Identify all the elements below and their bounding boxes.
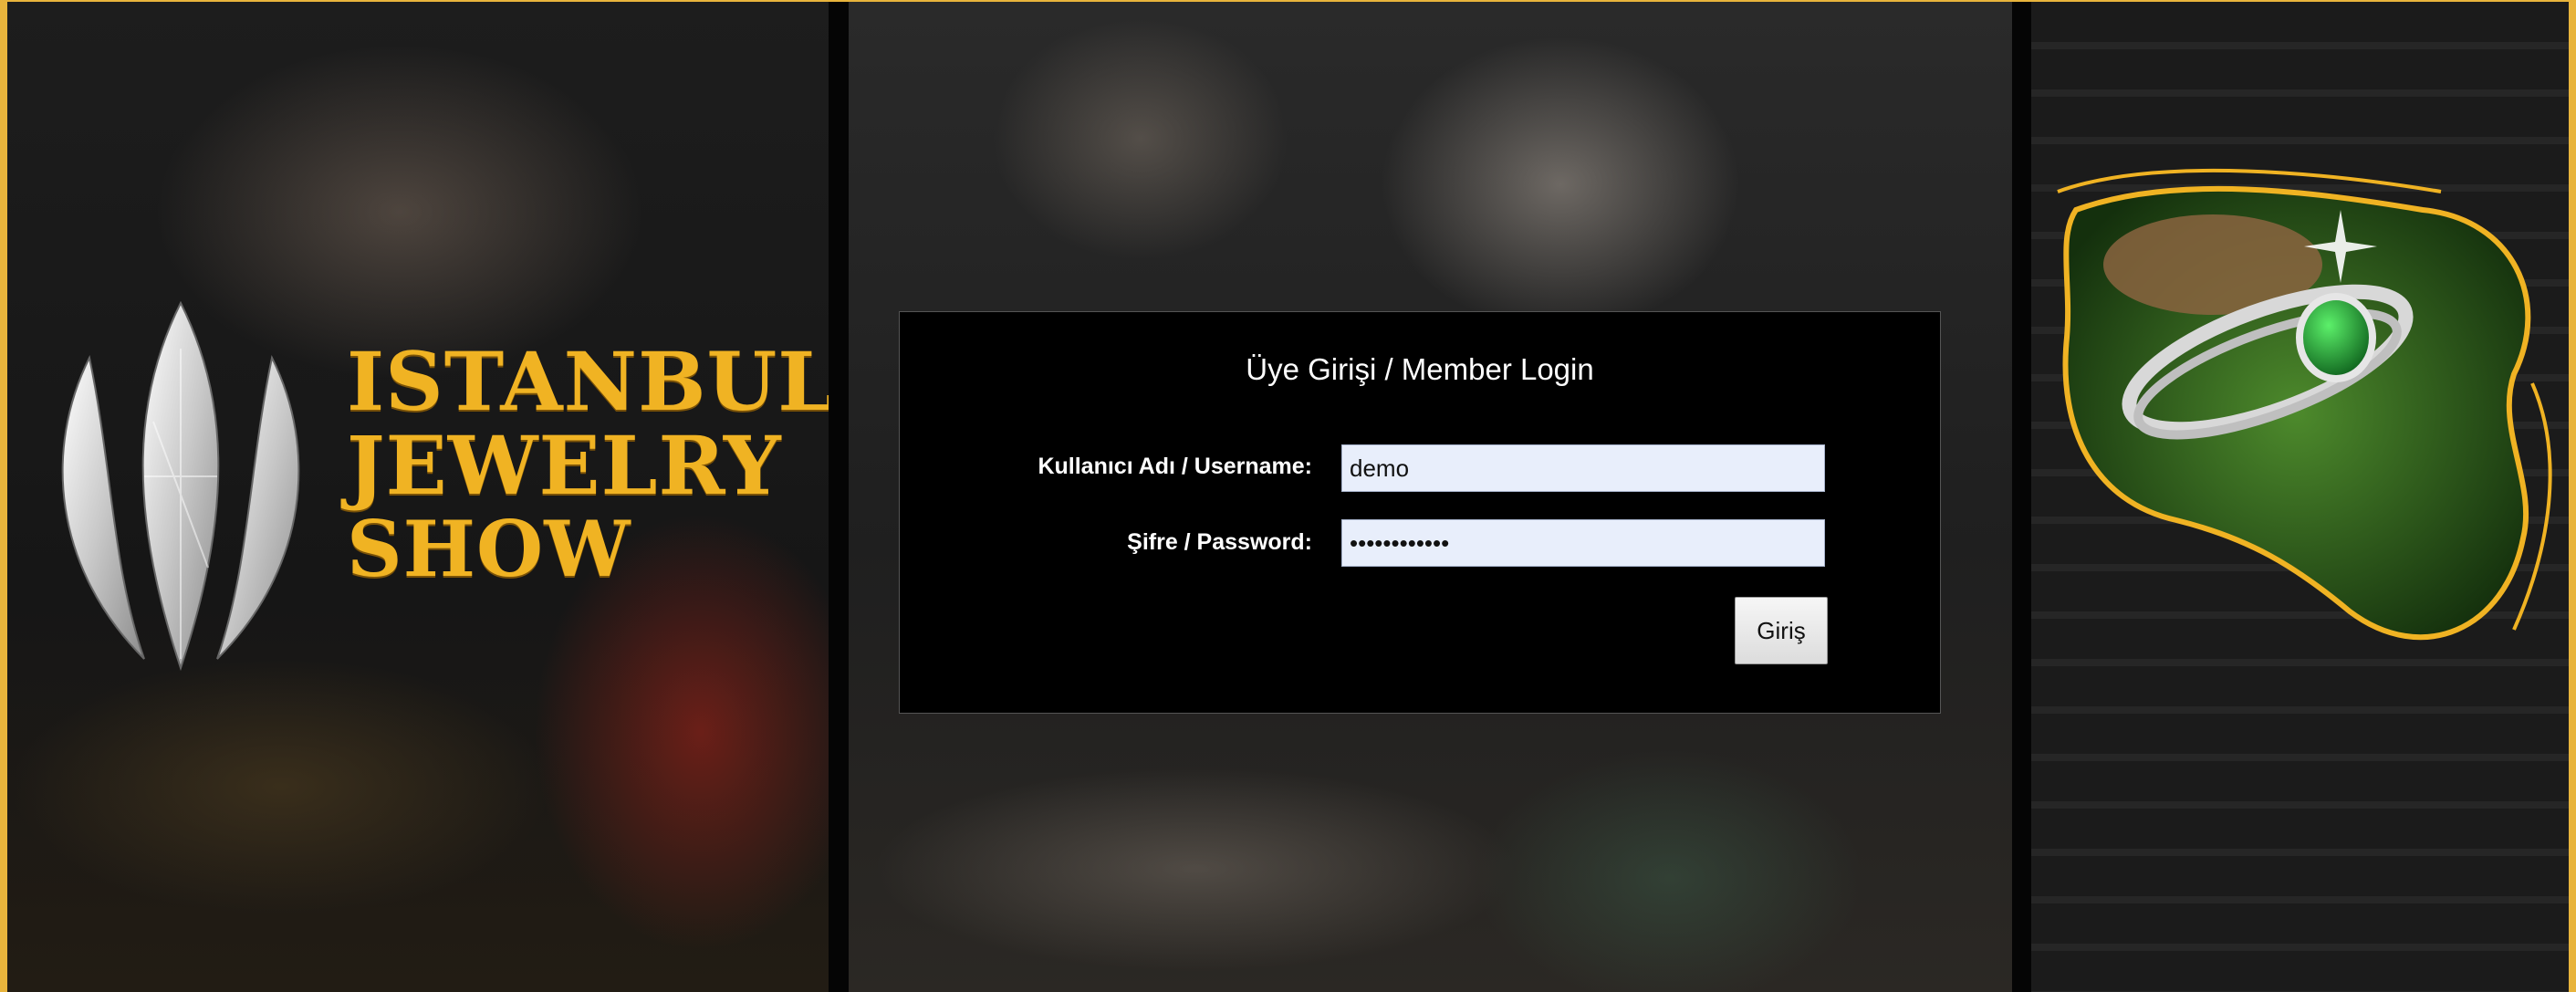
- istanbul-jewelry-show-logo: ISTANBUL JEWELRY SHOW: [26, 294, 829, 677]
- logo-line-jewelry: JEWELRY: [347, 418, 782, 513]
- login-submit-button[interactable]: Giriş: [1735, 597, 1828, 664]
- panel-divider: [2012, 2, 2032, 992]
- password-label: Şifre / Password:: [1127, 529, 1312, 555]
- member-login-box: Üye Girişi / Member Login Kullanıcı Adı …: [899, 311, 1941, 714]
- left-photo-panel: ISTANBUL JEWELRY SHOW: [7, 2, 829, 992]
- username-input[interactable]: [1341, 444, 1825, 492]
- logo-line-show: SHOW: [347, 504, 631, 594]
- password-input[interactable]: [1341, 519, 1825, 567]
- panel-divider: [829, 2, 849, 992]
- emerald-ring-icon: [2057, 168, 2552, 641]
- username-label: Kullanıcı Adı / Username:: [1038, 454, 1312, 479]
- logo-line-istanbul: ISTANBUL: [347, 334, 829, 429]
- login-title: Üye Girişi / Member Login: [1246, 352, 1594, 386]
- tulip-diamond-icon: [61, 300, 300, 672]
